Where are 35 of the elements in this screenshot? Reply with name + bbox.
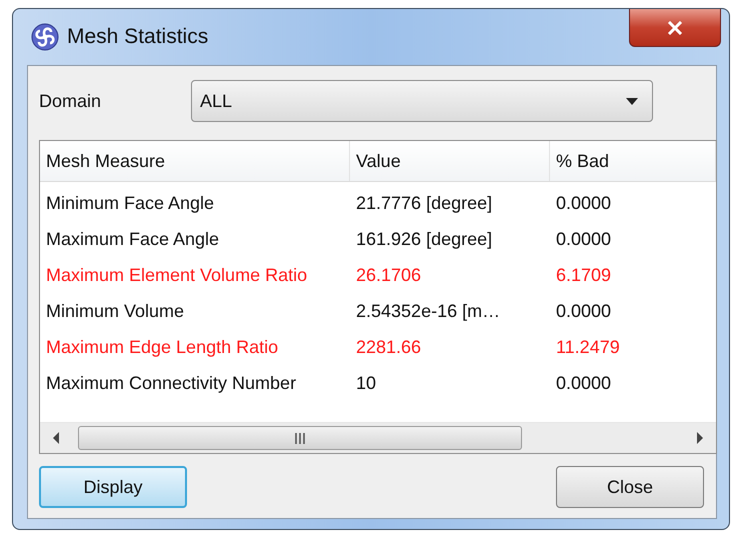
table-cell-text: Maximum Edge Length Ratio	[45, 336, 280, 358]
window-title: Mesh Statistics	[67, 25, 208, 49]
table-cell-text: 2281.66	[355, 336, 422, 358]
table-cell-text: 10	[355, 372, 378, 394]
table-cell-text: Minimum Face Angle	[45, 192, 216, 214]
table-cell-text: 161.926 [degree]	[355, 228, 494, 250]
dialog-button[interactable]: Close	[556, 466, 704, 508]
column-header[interactable]: % Bad	[550, 141, 716, 181]
dropdown-arrow-icon	[626, 98, 638, 104]
swirl-icon	[31, 23, 59, 51]
horizontal-scrollbar[interactable]	[40, 422, 716, 453]
scroll-left-icon[interactable]	[52, 432, 60, 444]
table-cell-text: Minimum Volume	[45, 300, 186, 322]
table-cell-text: 26.1706	[355, 264, 422, 286]
scroll-thumb[interactable]	[78, 426, 522, 450]
table-cell-text: 2.54352e-16 [m…	[355, 300, 502, 322]
table-cell-text: 0.0000	[555, 228, 612, 250]
close-button[interactable]	[629, 9, 721, 47]
table-cell-text: Maximum Element Volume Ratio	[45, 264, 308, 286]
dialog-button[interactable]: Display	[39, 466, 187, 508]
close-icon	[667, 20, 683, 34]
table-cell-text: 11.2479	[555, 336, 621, 358]
table-cell-text: Maximum Face Angle	[45, 228, 220, 250]
column-header[interactable]: Value	[350, 141, 550, 181]
table-cell-text: 0.0000	[555, 192, 612, 214]
table-cell-text: 0.0000	[555, 300, 612, 322]
table-cell-text: 21.7776 [degree]	[355, 192, 494, 214]
table-cell-text: 0.0000	[555, 372, 612, 394]
grip-icon	[294, 432, 306, 444]
domain-dropdown[interactable]: ALL	[191, 80, 653, 122]
scroll-right-icon[interactable]	[696, 432, 704, 444]
table-cell-text: 6.1709	[555, 264, 612, 286]
domain-label: Domain	[39, 90, 102, 112]
table-cell-text: Maximum Connectivity Number	[45, 372, 298, 394]
column-header[interactable]: Mesh Measure	[40, 141, 350, 181]
